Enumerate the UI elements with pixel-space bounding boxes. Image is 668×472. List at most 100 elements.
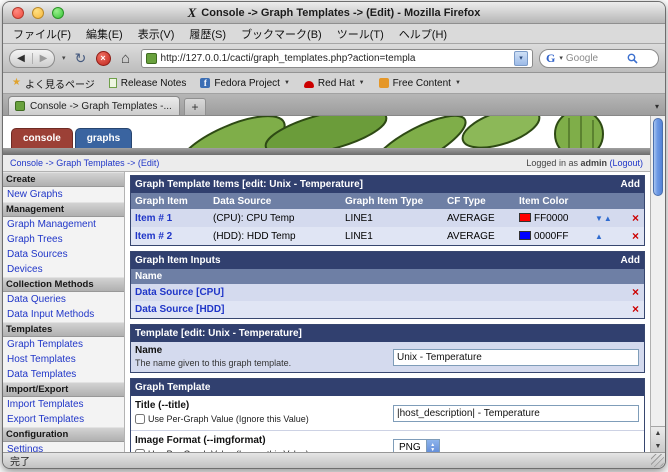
scrollbar-buttons: ▲ ▼ — [651, 426, 665, 452]
list-all-tabs-icon[interactable]: ▾ — [655, 102, 659, 111]
sidebar-item-data-input-methods[interactable]: Data Input Methods — [3, 307, 124, 322]
item-1-link[interactable]: Item # 1 — [135, 213, 172, 224]
browser-tab-active[interactable]: Console -> Graph Templates -... — [8, 96, 180, 115]
vertical-scrollbar[interactable]: ▲ ▼ — [650, 116, 665, 452]
window-close-button[interactable] — [12, 7, 24, 19]
reload-icon[interactable]: ↻ — [72, 50, 90, 67]
sidebar-item-devices[interactable]: Devices — [3, 262, 124, 277]
template-name-row: Name The name given to this graph templa… — [131, 342, 644, 372]
delete-icon[interactable]: × — [632, 285, 639, 299]
color-swatch — [519, 213, 531, 222]
delete-icon[interactable]: × — [632, 211, 639, 225]
new-tab-button[interactable]: + — [184, 98, 206, 115]
menu-bookmarks[interactable]: ブックマーク(B) — [241, 26, 322, 42]
tab-console[interactable]: console — [11, 128, 73, 148]
x11-icon: X — [188, 5, 197, 21]
sidebar-item-graph-management[interactable]: Graph Management — [3, 217, 124, 232]
resize-grip[interactable] — [651, 454, 664, 467]
sidebar-item-import-templates[interactable]: Import Templates — [3, 397, 124, 412]
bookmark-fedora-project[interactable]: f Fedora Project ▼ — [200, 78, 290, 89]
sidebar-item-data-sources[interactable]: Data Sources — [3, 247, 124, 262]
graph-item-inputs-table: Graph Item Inputs Add Name Data Source [… — [130, 251, 645, 319]
menu-view[interactable]: 表示(V) — [138, 26, 175, 42]
menu-tools[interactable]: ツール(T) — [337, 26, 384, 42]
menu-help[interactable]: ヘルプ(H) — [399, 26, 447, 42]
fedora-icon: f — [200, 78, 210, 88]
add-graph-item-link[interactable]: Add — [621, 179, 640, 190]
history-dropdown-icon[interactable]: ▾ — [62, 54, 66, 62]
field-label: Name — [135, 345, 385, 356]
sidebar-item-host-templates[interactable]: Host Templates — [3, 352, 124, 367]
bookmark-label: Release Notes — [121, 78, 187, 89]
scroll-down-icon[interactable]: ▼ — [651, 440, 665, 452]
graph-template-items-table: Graph Template Items [edit: Unix - Tempe… — [130, 175, 645, 246]
search-input[interactable] — [566, 53, 624, 64]
url-dropdown-icon[interactable]: ▾ — [514, 51, 528, 66]
chevron-down-icon: ▼ — [359, 80, 365, 86]
breadcrumb[interactable]: Console -> Graph Templates -> (Edit) — [10, 158, 159, 168]
url-bar[interactable]: ▾ — [141, 49, 533, 68]
stop-icon[interactable]: × — [96, 51, 111, 66]
bookmarks-toolbar: ★ よく見るページ Release Notes f Fedora Project… — [3, 73, 665, 94]
sidebar-header-templates: Templates — [3, 322, 124, 337]
bookmark-free-content[interactable]: Free Content ▼ — [379, 78, 461, 89]
sidebar-item-graph-templates[interactable]: Graph Templates — [3, 337, 124, 352]
window-minimize-button[interactable] — [32, 7, 44, 19]
window-zoom-button[interactable] — [52, 7, 64, 19]
search-engine-dropdown-icon[interactable]: ▾ — [559, 54, 563, 62]
url-input[interactable] — [161, 53, 510, 64]
tab-graphs[interactable]: graphs — [75, 128, 132, 148]
color-code: 0000FF — [534, 231, 568, 242]
table-title-text: Graph Template — [135, 382, 210, 393]
scroll-up-icon[interactable]: ▲ — [651, 427, 665, 440]
table-title-edit: [edit: Unix - Temperature] — [181, 328, 302, 339]
item-1-cf: AVERAGE — [443, 213, 515, 224]
table-title-edit: [edit: Unix - Temperature] — [242, 179, 363, 190]
data-source-cpu-link[interactable]: Data Source [CPU] — [135, 287, 224, 298]
menu-edit[interactable]: 編集(E) — [86, 26, 123, 42]
menu-history[interactable]: 履歴(S) — [189, 26, 226, 42]
scrollbar-thumb[interactable] — [653, 118, 663, 196]
back-icon[interactable]: ◀ — [10, 53, 32, 64]
table-row: Item # 1 (CPU): CPU Temp LINE1 AVERAGE F… — [131, 209, 644, 227]
sidebar-item-settings[interactable]: Settings — [3, 442, 124, 452]
delete-icon[interactable]: × — [632, 302, 639, 316]
data-source-hdd-link[interactable]: Data Source [HDD] — [135, 304, 224, 315]
sidebar-item-data-queries[interactable]: Data Queries — [3, 292, 124, 307]
template-title: Template [edit: Unix - Temperature] — [131, 325, 644, 342]
image-format-select[interactable]: PNG ▲ ▼ — [393, 439, 440, 452]
menu-file[interactable]: ファイル(F) — [13, 26, 71, 42]
template-name-input[interactable] — [393, 349, 639, 366]
bookmark-release-notes[interactable]: Release Notes — [109, 78, 187, 89]
field-input-cell: PNG ▲ ▼ — [389, 431, 644, 452]
per-graph-checkbox-row: Use Per-Graph Value (Ignore this Value) — [135, 414, 385, 424]
use-per-graph-title-checkbox[interactable] — [135, 414, 145, 424]
package-icon — [379, 78, 389, 88]
graph-title-input[interactable] — [393, 405, 639, 422]
sidebar-header-management: Management — [3, 202, 124, 217]
move-up-icon[interactable]: ▲ — [604, 214, 613, 223]
magnifier-icon[interactable] — [627, 53, 638, 64]
sidebar-header-collection-methods: Collection Methods — [3, 277, 124, 292]
menu-bar: ファイル(F) 編集(E) 表示(V) 履歴(S) ブックマーク(B) ツール(… — [3, 24, 665, 44]
bookmark-most-visited[interactable]: ★ よく見るページ — [12, 76, 95, 91]
sidebar-item-data-templates[interactable]: Data Templates — [3, 367, 124, 382]
sidebar-item-new-graphs[interactable]: New Graphs — [3, 187, 124, 202]
move-up-icon[interactable]: ▲ — [595, 232, 604, 241]
home-icon[interactable]: ⌂ — [117, 50, 135, 67]
logout-link[interactable]: (Logout) — [607, 158, 643, 168]
move-down-icon[interactable]: ▼ — [595, 214, 604, 223]
firefox-window: X Console -> Graph Templates -> (Edit) -… — [2, 1, 666, 469]
col-item-color: Item Color — [515, 196, 591, 207]
item-2-link[interactable]: Item # 2 — [135, 231, 172, 242]
table-row: Data Source [CPU] × — [131, 284, 644, 301]
forward-icon[interactable]: ▶ — [32, 53, 54, 64]
bookmark-label: Fedora Project — [214, 78, 280, 89]
sidebar-item-export-templates[interactable]: Export Templates — [3, 412, 124, 427]
color-code: FF0000 — [534, 213, 568, 224]
delete-icon[interactable]: × — [632, 229, 639, 243]
add-graph-item-input-link[interactable]: Add — [621, 255, 640, 266]
bookmark-red-hat[interactable]: Red Hat ▼ — [304, 78, 365, 89]
sidebar-item-graph-trees[interactable]: Graph Trees — [3, 232, 124, 247]
search-bar[interactable]: G ▾ — [539, 49, 659, 68]
